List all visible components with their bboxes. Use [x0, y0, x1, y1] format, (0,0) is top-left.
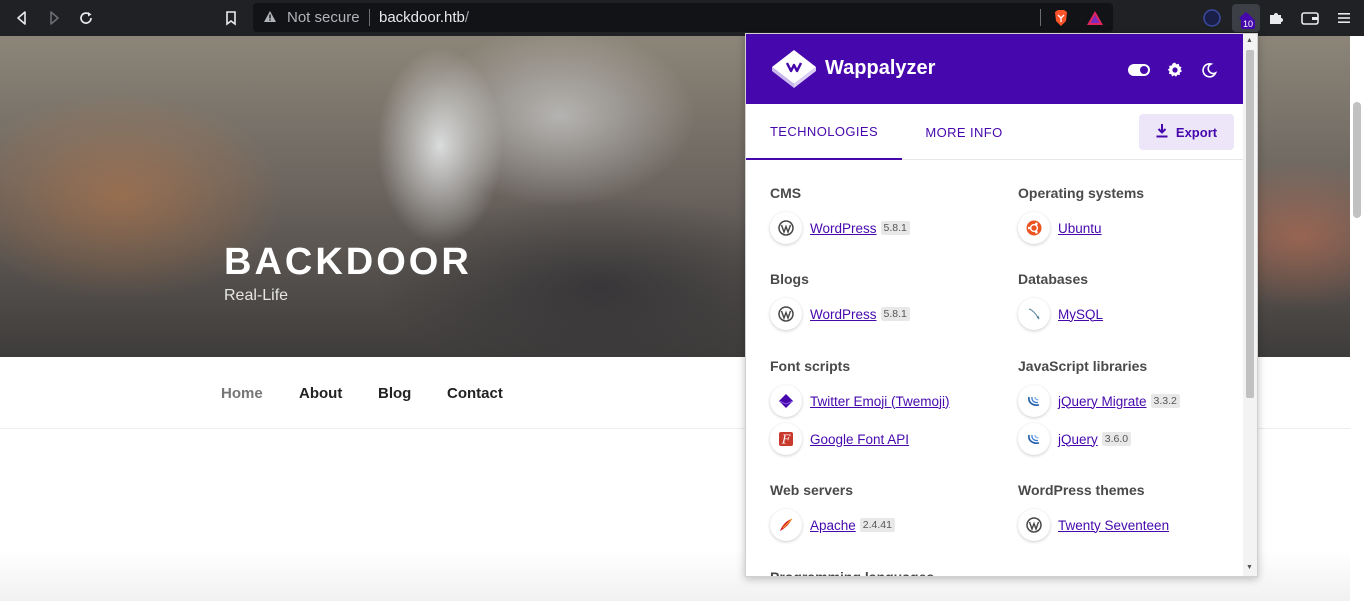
tech-name[interactable]: Twitter Emoji (Twemoji): [810, 394, 950, 409]
wappalyzer-brand: Wappalyzer: [825, 57, 936, 79]
tech-name[interactable]: WordPress: [810, 307, 877, 322]
back-icon[interactable]: [10, 6, 34, 30]
ubuntu-icon: [1018, 212, 1050, 244]
tech-name[interactable]: jQuery: [1058, 432, 1098, 447]
wappalyzer-extension-icon[interactable]: 10: [1232, 4, 1260, 32]
popup-header: Wappalyzer: [746, 34, 1243, 104]
security-label[interactable]: Not secure: [287, 9, 360, 26]
wappalyzer-logo-icon: [770, 48, 818, 95]
category-programming-languages: Programming languages: [770, 569, 935, 577]
puzzle-icon[interactable]: [1264, 6, 1288, 30]
technologies-list: CMS WordPress 5.8.1 Blogs WordPress 5.8.…: [746, 161, 1243, 577]
popup-scrollbar-thumb[interactable]: [1246, 50, 1254, 398]
nav-about[interactable]: About: [299, 385, 342, 402]
category-font-scripts: Font scripts: [770, 358, 851, 374]
nav-contact[interactable]: Contact: [447, 385, 503, 402]
tech-name[interactable]: Ubuntu: [1058, 221, 1102, 236]
brave-shield-icon[interactable]: [1049, 6, 1073, 30]
browser-toolbar: Not secure backdoor.htb/ 10: [0, 0, 1364, 36]
extension-globe-icon[interactable]: [1200, 6, 1224, 30]
tech-item[interactable]: Ubuntu: [1018, 212, 1102, 244]
jquery-icon: [1018, 423, 1050, 455]
tech-name[interactable]: MySQL: [1058, 307, 1103, 322]
tech-item[interactable]: WordPress 5.8.1: [770, 212, 910, 244]
tech-version: 5.8.1: [880, 221, 910, 235]
url-divider: [369, 9, 370, 26]
tech-version: 3.3.2: [1150, 394, 1180, 408]
nav-blog[interactable]: Blog: [378, 385, 411, 402]
warning-icon[interactable]: [263, 10, 277, 28]
site-title[interactable]: BACKDOOR: [224, 241, 472, 284]
category-databases: Databases: [1018, 271, 1089, 287]
svg-text:F: F: [781, 433, 791, 447]
twemoji-icon: [770, 385, 802, 417]
url-text[interactable]: backdoor.htb/: [379, 9, 469, 26]
toggle-icon[interactable]: [1128, 59, 1150, 81]
tech-version: 5.8.1: [880, 307, 910, 321]
category-javascript-libraries: JavaScript libraries: [1018, 358, 1148, 374]
page-scrollbar-thumb[interactable]: [1353, 102, 1361, 218]
tech-item[interactable]: F Google Font API: [770, 423, 909, 455]
category-wordpress-themes: WordPress themes: [1018, 482, 1145, 498]
wallet-icon[interactable]: [1298, 6, 1322, 30]
google-font-icon: F: [770, 423, 802, 455]
tech-version: 3.6.0: [1101, 432, 1132, 446]
site-tagline: Real-Life: [224, 287, 289, 304]
tab-technologies[interactable]: TECHNOLOGIES: [746, 104, 902, 160]
tech-name[interactable]: WordPress: [810, 221, 877, 236]
jquery-icon: [1018, 385, 1050, 417]
tab-more-info[interactable]: MORE INFO: [902, 104, 1026, 160]
tech-version: 2.4.41: [859, 518, 895, 532]
category-web-servers: Web servers: [770, 482, 854, 498]
brave-rewards-icon[interactable]: [1083, 6, 1107, 30]
tech-name[interactable]: jQuery Migrate: [1058, 394, 1147, 409]
url-divider: [1040, 9, 1041, 26]
wordpress-icon: [1018, 509, 1050, 541]
bookmark-icon[interactable]: [219, 6, 243, 30]
tech-name[interactable]: Google Font API: [810, 432, 909, 447]
scroll-down-icon[interactable]: ▼: [1246, 564, 1253, 571]
tech-name[interactable]: Apache: [810, 518, 856, 533]
wappalyzer-popup: Wappalyzer TECHNOLOGIES MORE INFO Export…: [745, 33, 1258, 577]
wordpress-icon: [770, 298, 802, 330]
tech-item[interactable]: Twitter Emoji (Twemoji): [770, 385, 950, 417]
mysql-icon: [1018, 298, 1050, 330]
nav-home[interactable]: Home: [221, 385, 263, 402]
category-operating-systems: Operating systems: [1018, 185, 1145, 201]
tech-item[interactable]: jQuery 3.6.0: [1018, 423, 1132, 455]
category-cms: CMS: [770, 185, 802, 201]
menu-icon[interactable]: [1332, 6, 1356, 30]
apache-feather-icon: [770, 509, 802, 541]
tech-item[interactable]: MySQL: [1018, 298, 1103, 330]
scroll-up-icon[interactable]: ▲: [1246, 37, 1253, 44]
reload-icon[interactable]: [74, 6, 98, 30]
tech-item[interactable]: Apache 2.4.41: [770, 509, 895, 541]
url-host: backdoor.htb: [379, 9, 465, 26]
forward-icon[interactable]: [42, 6, 66, 30]
wordpress-icon: [770, 212, 802, 244]
tech-item[interactable]: WordPress 5.8.1: [770, 298, 910, 330]
address-bar[interactable]: Not secure backdoor.htb/: [253, 3, 1113, 32]
url-path: /: [464, 9, 470, 26]
export-label: Export: [1175, 124, 1218, 140]
dark-mode-icon[interactable]: [1198, 59, 1220, 81]
tech-item[interactable]: Twenty Seventeen: [1018, 509, 1169, 541]
gear-icon[interactable]: [1164, 59, 1186, 81]
extension-badge: 10: [1241, 19, 1256, 29]
download-icon: [1156, 123, 1168, 141]
tech-name[interactable]: Twenty Seventeen: [1058, 518, 1169, 533]
category-blogs: Blogs: [770, 271, 809, 287]
tech-item[interactable]: jQuery Migrate 3.3.2: [1018, 385, 1180, 417]
popup-tabs: TECHNOLOGIES MORE INFO Export: [746, 104, 1243, 160]
export-button[interactable]: Export: [1139, 114, 1234, 150]
